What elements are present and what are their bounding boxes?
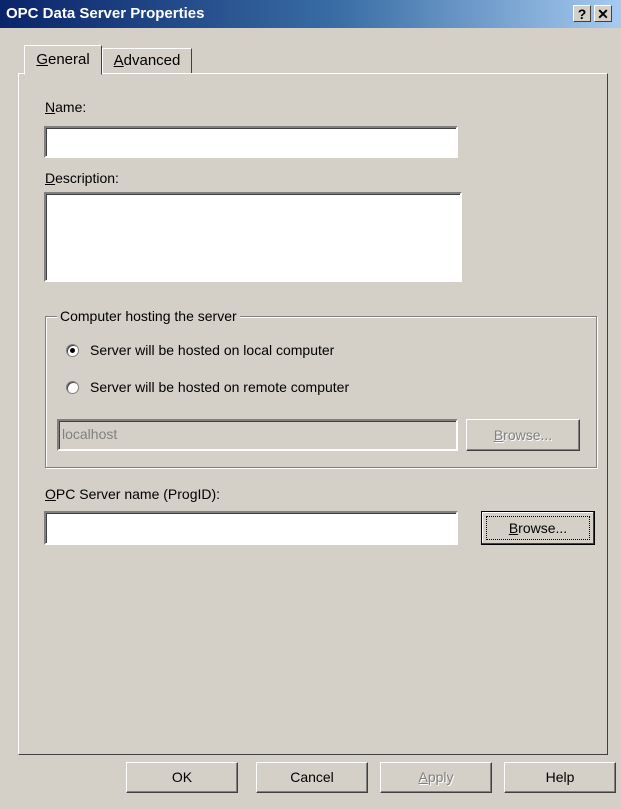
progid-input[interactable] xyxy=(44,511,458,545)
remote-host-value: localhost xyxy=(62,426,118,442)
general-tab-content: Name: Description: Computer hosting the … xyxy=(0,0,621,809)
radio-remote-label[interactable]: Server will be hosted on remote computer xyxy=(90,379,349,395)
remote-host-input: localhost xyxy=(57,419,458,451)
radio-local-host[interactable] xyxy=(66,344,79,357)
progid-browse-button[interactable]: Browse... xyxy=(481,511,595,545)
host-group-title: Computer hosting the server xyxy=(57,308,240,324)
name-label: Name: xyxy=(45,99,87,115)
focus-ring xyxy=(486,516,590,540)
radio-selected-dot xyxy=(70,348,75,353)
radio-remote-host[interactable] xyxy=(66,381,79,394)
progid-label: OPC Server name (ProgID): xyxy=(45,486,221,502)
description-textarea[interactable] xyxy=(44,192,462,282)
description-label: Description: xyxy=(45,170,119,186)
remote-browse-button: Browse... xyxy=(466,419,580,451)
radio-local-label[interactable]: Server will be hosted on local computer xyxy=(90,342,334,358)
name-input[interactable] xyxy=(44,126,458,158)
